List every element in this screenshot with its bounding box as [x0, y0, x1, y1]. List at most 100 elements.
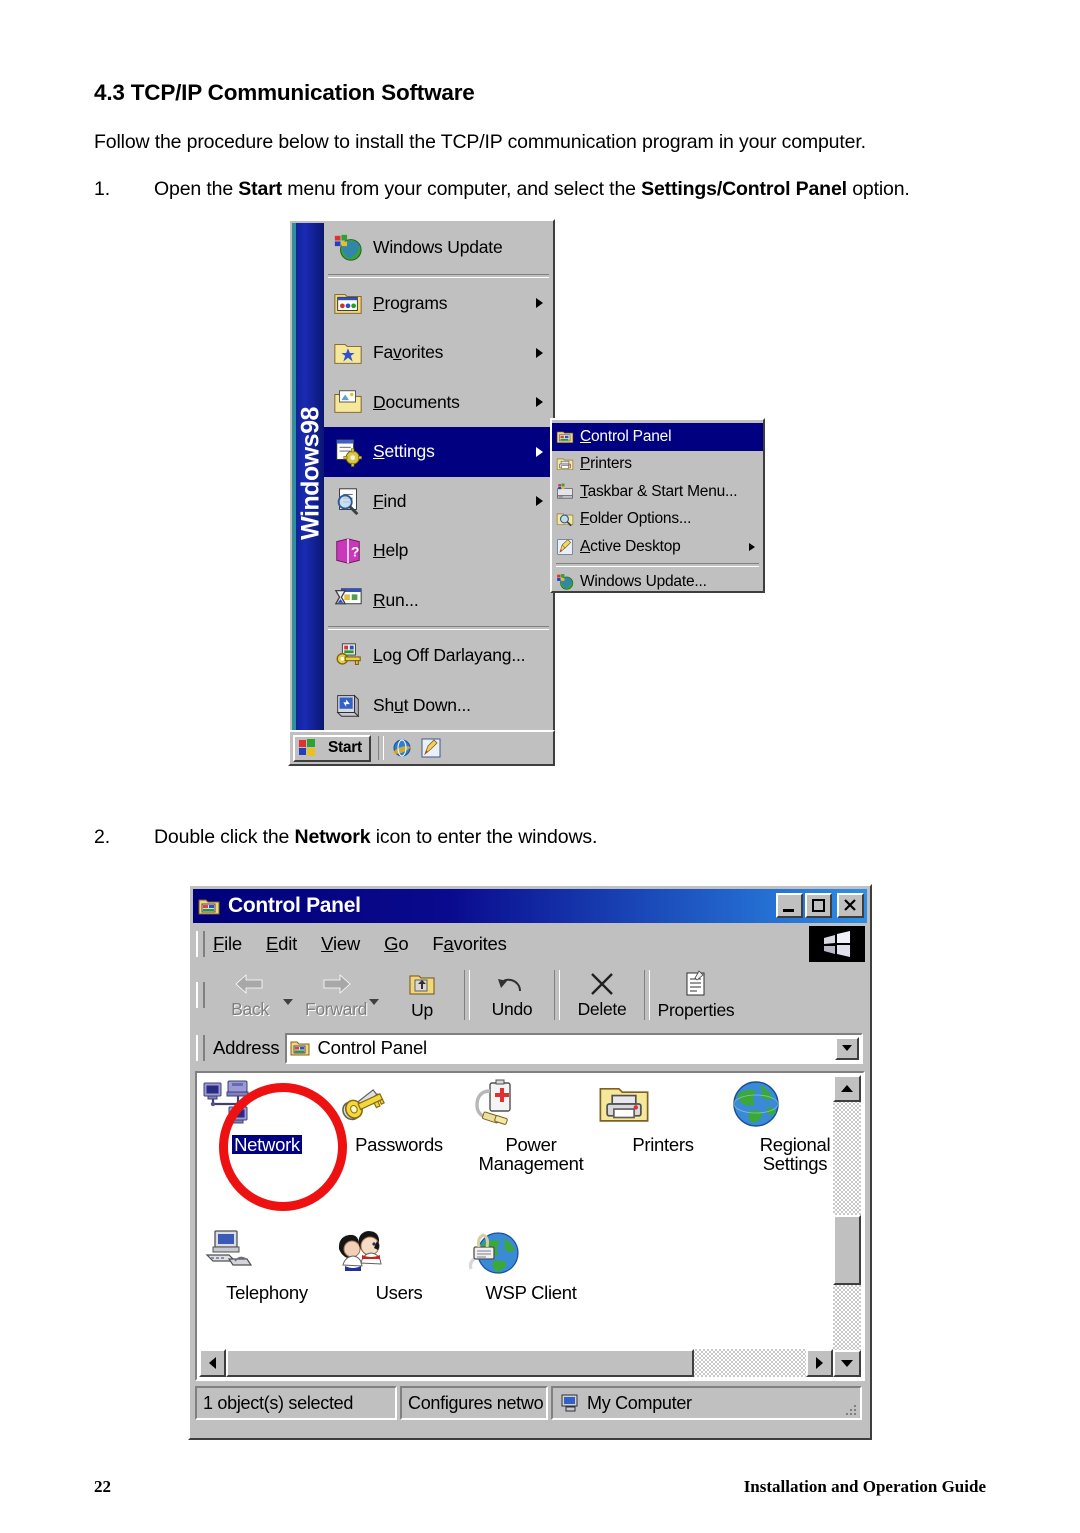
delete-label: Delete: [577, 998, 627, 1019]
menu-go[interactable]: Go: [384, 933, 408, 955]
triangle-left-icon: [209, 1357, 216, 1369]
control-panel-icon: [556, 428, 574, 446]
start-menu-item-label: Programs: [373, 292, 448, 313]
chevron-down-icon: [842, 1045, 852, 1051]
control-panel-icon-printers[interactable]: Printers: [597, 1077, 729, 1156]
back-button[interactable]: Back: [213, 966, 287, 1024]
step-2-number: 2.: [94, 826, 110, 848]
up-button[interactable]: Up: [385, 966, 459, 1024]
start-menu-item-label: Settings: [373, 441, 435, 462]
windows98-banner: Windows98: [292, 223, 324, 732]
scroll-down-button[interactable]: [833, 1350, 861, 1377]
submenu-arrow-icon: [536, 397, 543, 408]
scroll-right-button[interactable]: [806, 1349, 833, 1377]
menu-edit[interactable]: Edit: [266, 933, 297, 955]
submenu-item-control-panel[interactable]: Control Panel: [552, 423, 763, 451]
control-panel-icon-power-management[interactable]: Power Management: [465, 1077, 597, 1175]
control-panel-icon-wsp-client[interactable]: WSP Client: [465, 1225, 597, 1304]
folder-options-icon: [556, 510, 574, 528]
delete-x-icon: [591, 972, 613, 995]
menu-view[interactable]: View: [321, 933, 360, 955]
submenu-item-windows-update[interactable]: Windows Update...: [552, 569, 763, 597]
control-panel-icon: [198, 896, 220, 916]
control-panel-icon-users[interactable]: Users: [333, 1225, 465, 1304]
forward-arrow-icon: [323, 973, 351, 994]
address-bar: Address Control Panel: [193, 1027, 867, 1069]
submenu-item-printers[interactable]: Printers: [552, 451, 763, 479]
notepad-pencil-icon[interactable]: [420, 737, 442, 759]
horizontal-scrollbar[interactable]: [199, 1349, 833, 1377]
start-menu-item-find[interactable]: Find: [324, 477, 555, 527]
footer-guide-title: Installation and Operation Guide: [743, 1477, 986, 1496]
addressbar-grip[interactable]: [196, 1035, 205, 1061]
start-menu-item-shut-down[interactable]: Shut Down...: [324, 681, 555, 731]
control-panel-icon-label: WSP Client: [485, 1282, 577, 1303]
control-panel-icon-telephony[interactable]: Telephony: [201, 1225, 333, 1304]
taskbar: Start: [288, 730, 555, 766]
control-panel-icon-label: Network: [231, 1133, 303, 1156]
address-input[interactable]: Control Panel: [285, 1032, 863, 1064]
menubar-grip[interactable]: [196, 931, 205, 957]
start-menu-item-label: Run...: [373, 589, 419, 610]
start-menu-item-favorites[interactable]: Favorites: [324, 328, 555, 378]
vertical-scrollbar[interactable]: [833, 1075, 861, 1377]
start-menu-item-run[interactable]: Run...: [324, 576, 555, 626]
submenu-item-taskbar-start-menu[interactable]: Taskbar & Start Menu...: [552, 478, 763, 506]
forward-button[interactable]: Forward: [299, 966, 373, 1024]
start-menu-item-log-off-darlayang[interactable]: Log Off Darlayang...: [324, 631, 555, 681]
control-panel-icon-network[interactable]: Network: [201, 1077, 333, 1156]
status-zone-text: My Computer: [587, 1392, 692, 1413]
control-panel-icon-passwords[interactable]: Passwords: [333, 1077, 465, 1156]
vertical-scroll-thumb[interactable]: [833, 1215, 861, 1285]
toolbar: Back Forward Up Undo Delete Properties: [193, 963, 867, 1027]
toolbar-grip[interactable]: [196, 982, 205, 1008]
up-folder-icon: [409, 975, 435, 994]
menu-items: File Edit View Go Favorites: [213, 933, 531, 955]
svg-text:?: ?: [351, 543, 360, 559]
internet-explorer-icon[interactable]: [391, 737, 413, 759]
properties-label: Properties: [657, 999, 735, 1020]
start-menu-item-label: Help: [373, 540, 409, 561]
control-panel-icon: [290, 1039, 310, 1057]
menu-file[interactable]: File: [213, 933, 242, 955]
properties-button[interactable]: Properties: [655, 966, 737, 1024]
printers-folder-icon: [597, 1077, 729, 1131]
start-menu-item-windows-update[interactable]: Windows Update: [324, 223, 555, 273]
scroll-left-button[interactable]: [199, 1349, 226, 1377]
undo-button[interactable]: Undo: [475, 966, 549, 1024]
scroll-up-button[interactable]: [833, 1075, 861, 1102]
address-dropdown-button[interactable]: [835, 1036, 859, 1060]
submenu-item-label: Active Desktop: [580, 537, 681, 555]
minimize-button[interactable]: [776, 893, 803, 918]
taskbar-divider: [377, 736, 384, 760]
status-selection-text: 1 object(s) selected: [203, 1392, 354, 1413]
back-label: Back: [231, 998, 269, 1019]
settings-submenu-list: Control Panel Printers Taskbar & Start Men…: [552, 423, 763, 596]
triangle-up-icon: [841, 1085, 853, 1092]
menu-favorites[interactable]: Favorites: [432, 933, 506, 955]
shutdown-icon: [333, 690, 363, 720]
submenu-arrow-icon: [536, 446, 543, 457]
start-button[interactable]: Start: [293, 734, 371, 762]
resize-grip[interactable]: [840, 1401, 856, 1415]
delete-button[interactable]: Delete: [565, 966, 639, 1024]
submenu-item-label: Folder Options...: [580, 510, 692, 528]
start-menu-item-settings[interactable]: Settings: [324, 427, 555, 477]
documents-folder-icon: [333, 387, 363, 417]
triangle-right-icon: [816, 1357, 823, 1369]
active-desktop-icon: [556, 538, 574, 556]
start-menu-item-programs[interactable]: Programs: [324, 279, 555, 329]
submenu-item-active-desktop[interactable]: Active Desktop: [552, 533, 763, 561]
start-menu-item-label: Windows Update: [373, 237, 503, 258]
submenu-item-folder-options[interactable]: Folder Options...: [552, 506, 763, 534]
close-button[interactable]: [837, 893, 864, 918]
start-menu-item-documents[interactable]: Documents: [324, 378, 555, 428]
horizontal-scroll-thumb[interactable]: [226, 1349, 694, 1377]
step-1-number: 1.: [94, 178, 110, 200]
control-panel-icon-label: Printers: [632, 1134, 694, 1155]
step-2-text: Double click the Network icon to enter t…: [154, 826, 598, 848]
start-menu-item-help[interactable]: ? Help: [324, 526, 555, 576]
address-label: Address: [213, 1037, 280, 1058]
maximize-button[interactable]: [805, 893, 832, 918]
start-menu-item-label: Favorites: [373, 342, 444, 363]
